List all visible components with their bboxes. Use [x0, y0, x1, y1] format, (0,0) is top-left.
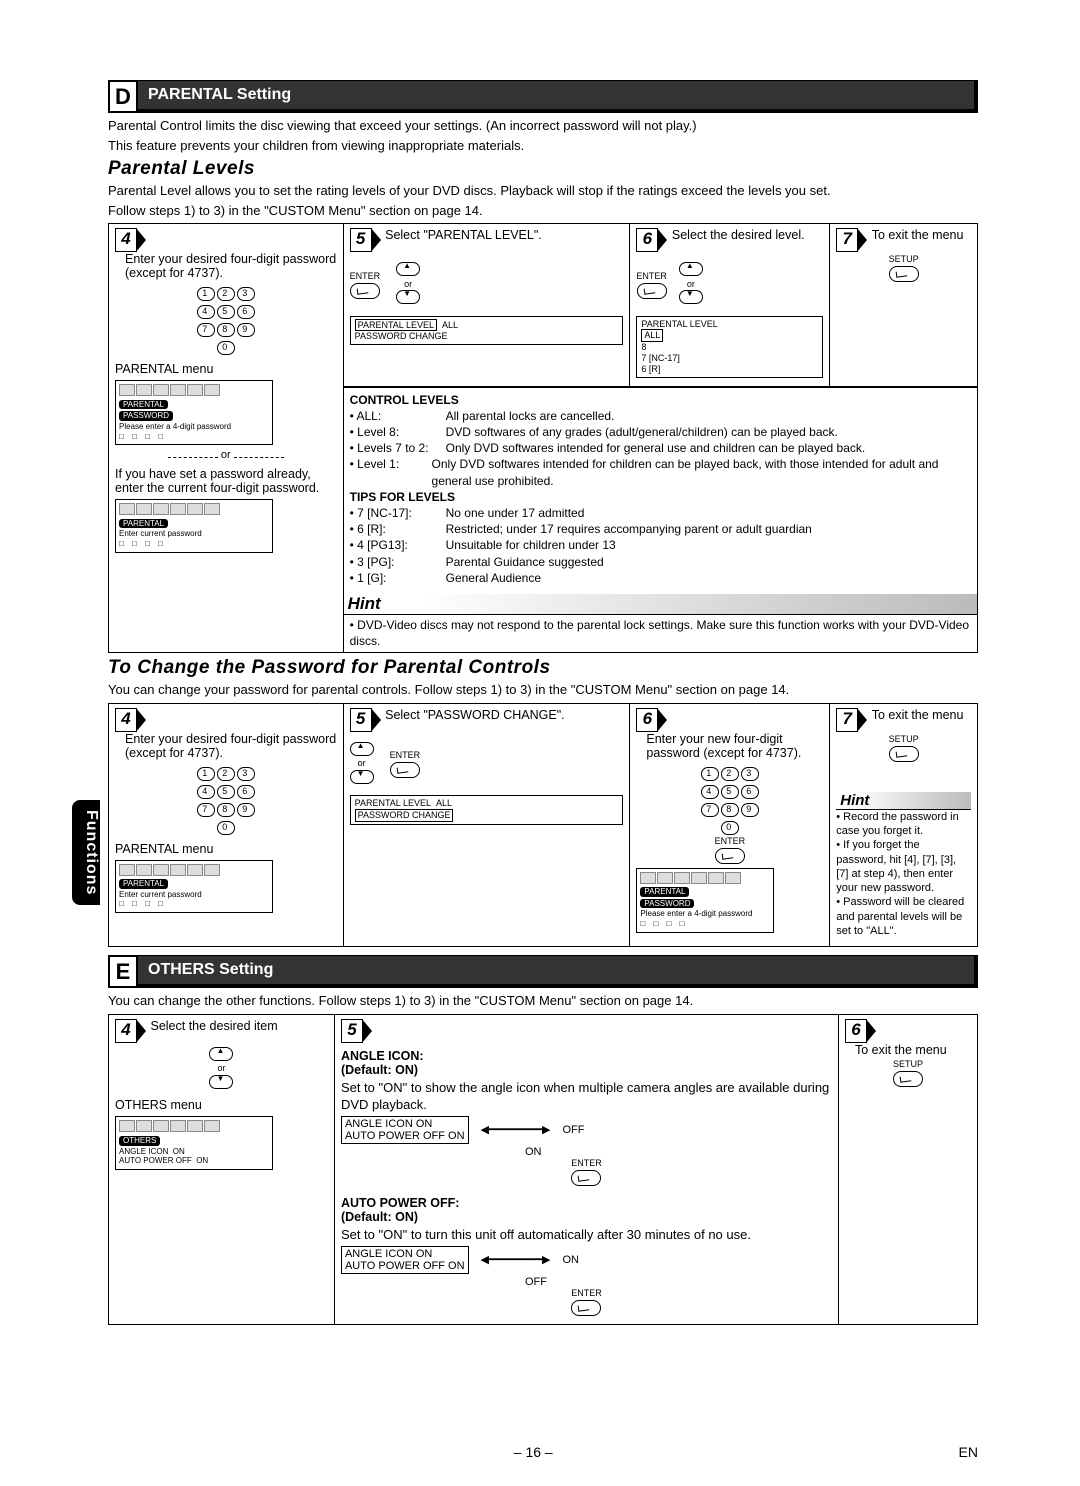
step-4: 4	[115, 228, 137, 252]
change-password-heading: To Change the Password for Parental Cont…	[108, 657, 978, 679]
hint-heading-2: Hint	[836, 792, 971, 810]
up-down-icon: or	[115, 1047, 328, 1093]
angle-option-row: ANGLE ICON ONAUTO POWER OFF ON ◀━━━━━━━━…	[341, 1116, 832, 1144]
others-step-6-text: To exit the menu	[855, 1043, 947, 1057]
change-password-intro: You can change your password for parenta…	[108, 681, 978, 699]
enter-icon	[715, 848, 745, 864]
enter-icon	[637, 283, 667, 299]
hint-body-2: • Record the password in case you forget…	[836, 810, 971, 939]
section-title-d: PARENTAL Setting	[138, 80, 978, 113]
keypad-icon: 123 456 789 0	[636, 764, 823, 836]
enter-icon	[571, 1300, 601, 1316]
auto-power-off-title: AUTO POWER OFF:	[341, 1196, 460, 1210]
parental-levels-intro-2: Follow steps 1) to 3) in the "CUSTOM Men…	[108, 202, 978, 220]
pw-step-6: 6	[636, 708, 658, 732]
angle-icon-desc: Set to "ON" to show the angle icon when …	[341, 1079, 832, 1114]
section-e-header: E OTHERS Setting	[108, 955, 978, 988]
apo-option-row: ANGLE ICON ONAUTO POWER OFF ON ◀━━━━━━━━…	[341, 1246, 832, 1274]
auto-power-off-desc: Set to "ON" to turn this unit off automa…	[341, 1226, 832, 1244]
auto-power-off-default: (Default: ON)	[341, 1210, 418, 1224]
others-step-6: 6	[845, 1019, 867, 1043]
parental-menu-screen: PARENTAL PASSWORD Please enter a 4-digit…	[115, 380, 273, 445]
pw-step-4: 4	[115, 708, 137, 732]
others-step-4: 4	[115, 1019, 137, 1043]
enter-label: ENTER	[390, 750, 421, 760]
others-menu-label: OTHERS menu	[115, 1098, 328, 1112]
page-footer: – 16 – EN	[108, 1444, 978, 1460]
change-password-steps: 4 Enter your desired four-digit password…	[108, 703, 978, 948]
pw-step-5: 5	[350, 708, 372, 732]
up-down-icon: or	[350, 742, 374, 788]
setup-icon	[889, 746, 919, 762]
parental-menu-screen-pw: PARENTAL Enter current password □ □ □ □	[115, 860, 273, 913]
angle-icon-title: ANGLE ICON:	[341, 1049, 424, 1063]
enter-label: ENTER	[636, 836, 823, 846]
parental-levels-intro-1: Parental Level allows you to set the rat…	[108, 182, 978, 200]
section-d-header: D PARENTAL Setting	[108, 80, 978, 113]
page-lang: EN	[959, 1444, 978, 1460]
section-letter-d: D	[108, 80, 138, 113]
up-down-icon: or	[396, 262, 420, 308]
pw-step-4-text: Enter your desired four-digit password (…	[125, 732, 337, 760]
others-step-4-text: Select the desired item	[150, 1019, 277, 1033]
section-title-e: OTHERS Setting	[138, 955, 978, 988]
parental-menu-label: PARENTAL menu	[115, 362, 337, 376]
d-intro-1: Parental Control limits the disc viewing…	[108, 117, 978, 135]
keypad-icon: 123 456 789 0	[115, 284, 337, 356]
setup-label: SETUP	[836, 254, 971, 264]
others-step-5: 5	[341, 1019, 363, 1043]
pw-step-7-text: To exit the menu	[872, 708, 964, 722]
parental-menu-screen-alt: PARENTAL Enter current password □ □ □ □	[115, 499, 273, 552]
enter-icon	[350, 283, 380, 299]
e-intro: You can change the other functions. Foll…	[108, 992, 978, 1010]
parental-levels-steps: 4 Enter your desired four-digit password…	[108, 223, 978, 653]
section-letter-e: E	[108, 955, 138, 988]
others-menu-screen: OTHERS ANGLE ICON ON AUTO POWER OFF ON	[115, 1116, 273, 1169]
enter-icon	[571, 1170, 601, 1186]
menu-password-change-list: PARENTAL LEVEL ALL PASSWORD CHANGE	[350, 795, 624, 825]
step-4-alt: If you have set a password already, ente…	[115, 467, 337, 495]
new-password-screen: PARENTAL PASSWORD Please enter a 4-digit…	[636, 868, 774, 933]
enter-label: ENTER	[636, 271, 667, 281]
side-tab-functions: Functions	[72, 800, 100, 905]
others-steps: 4 Select the desired item or OTHERS menu…	[108, 1014, 978, 1325]
enter-label: ENTER	[350, 271, 381, 281]
step-5: 5	[350, 228, 372, 252]
page-content: D PARENTAL Setting Parental Control limi…	[108, 80, 978, 1325]
hint-body: • DVD-Video discs may not respond to the…	[344, 615, 977, 652]
step-7: 7	[836, 228, 858, 252]
step-4-text: Enter your desired four-digit password (…	[125, 252, 337, 280]
d-intro-2: This feature prevents your children from…	[108, 137, 978, 155]
setup-icon	[889, 266, 919, 282]
angle-icon-default: (Default: ON)	[341, 1063, 418, 1077]
setup-label: SETUP	[845, 1059, 971, 1069]
setup-icon	[893, 1071, 923, 1087]
parental-levels-heading: Parental Levels	[108, 158, 978, 180]
control-levels-block: CONTROL LEVELS • ALL:All parental locks …	[344, 387, 977, 590]
enter-icon	[390, 762, 420, 778]
pw-step-6-text: Enter your new four-digit password (exce…	[646, 732, 823, 760]
enter-label: ENTER	[341, 1288, 832, 1298]
pw-step-5-text: Select "PASSWORD CHANGE".	[385, 708, 565, 722]
up-down-icon: or	[679, 262, 703, 308]
step-6: 6	[636, 228, 658, 252]
setup-label: SETUP	[836, 734, 971, 744]
step-7-text: To exit the menu	[872, 228, 964, 242]
hint-heading: Hint	[344, 594, 977, 615]
step-6-text: Select the desired level.	[672, 228, 805, 242]
enter-label: ENTER	[341, 1158, 832, 1168]
step-5-text: Select "PARENTAL LEVEL".	[385, 228, 542, 242]
keypad-icon: 123 456 789 0	[115, 764, 337, 836]
level-select-list: PARENTAL LEVEL ALL 8 7 [NC-17] 6 [R]	[636, 316, 823, 378]
menu-parental-level-list: PARENTAL LEVEL ALL PASSWORD CHANGE	[350, 316, 624, 346]
page-number: – 16 –	[514, 1444, 553, 1460]
parental-menu-label: PARENTAL menu	[115, 842, 337, 856]
pw-step-7: 7	[836, 708, 858, 732]
